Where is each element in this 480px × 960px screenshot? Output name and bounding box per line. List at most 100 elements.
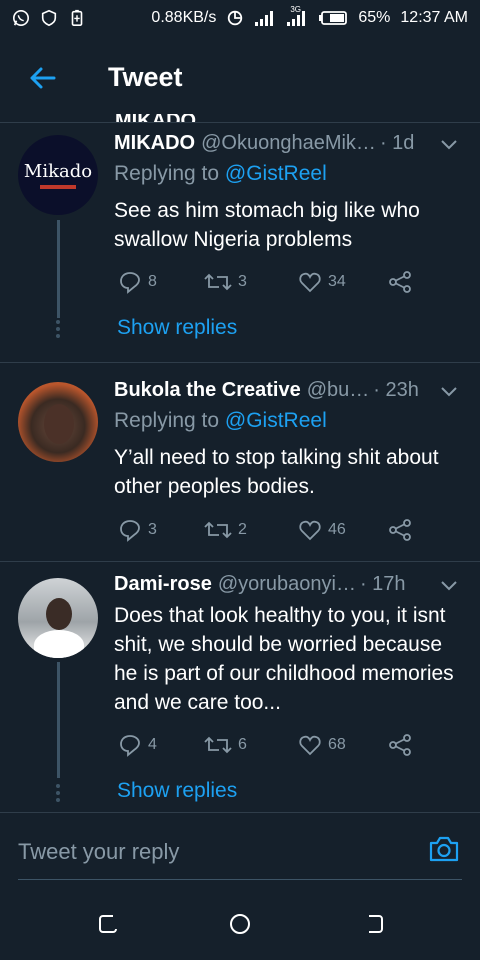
data-saver-icon — [228, 10, 243, 26]
show-replies-link[interactable]: Show replies — [117, 779, 237, 803]
tweet-header: Bukola the Creative @bu… · 23h — [114, 379, 462, 402]
tweet-text: Does that look healthy to you, it isnt s… — [114, 604, 454, 714]
share-icon — [389, 734, 411, 756]
thread-line — [57, 220, 60, 318]
battery-icon — [319, 11, 348, 25]
tweet-time: · 23h — [373, 379, 419, 401]
signal-3g-icon: 3G — [286, 5, 308, 27]
retweet-icon — [204, 521, 232, 539]
status-bar: 0.88KB/s 3G 65% 12:37 AM — [0, 0, 480, 36]
tweet-actions: 4 6 68 — [118, 733, 418, 757]
chevron-down-icon[interactable] — [440, 139, 458, 151]
home-icon[interactable] — [228, 912, 252, 936]
like-count: 46 — [328, 521, 346, 538]
replying-to-label: Replying to — [114, 162, 225, 185]
like-count: 68 — [328, 736, 346, 753]
display-name[interactable]: Bukola the Creative — [114, 379, 301, 402]
like-action[interactable]: 46 — [298, 518, 346, 542]
share-icon — [389, 271, 411, 293]
chevron-down-icon[interactable] — [440, 580, 458, 592]
net-speed: 0.88KB/s — [151, 9, 217, 26]
display-name[interactable]: MIKADO — [114, 132, 195, 155]
tweet-text: Y’all need to stop talking shit about ot… — [114, 446, 439, 498]
recent-apps-icon[interactable] — [96, 912, 120, 936]
avatar[interactable] — [18, 578, 98, 658]
retweet-action[interactable]: 3 — [204, 270, 247, 294]
reply-action[interactable]: 3 — [118, 518, 157, 542]
reply-composer: Tweet your reply — [0, 812, 480, 889]
shield-icon — [41, 9, 57, 27]
reply-icon — [120, 520, 140, 542]
partially-visible-name: MIKADO — [115, 114, 196, 122]
retweet-action[interactable]: 2 — [204, 518, 247, 542]
status-right: 0.88KB/s 3G 65% 12:37 AM — [151, 5, 468, 27]
retweet-count: 6 — [238, 736, 247, 753]
retweet-icon — [204, 273, 232, 291]
share-action[interactable] — [388, 733, 412, 757]
tweet-actions: 3 2 46 — [118, 518, 418, 542]
tweet-time: · 17h — [359, 573, 406, 595]
tweet-header: MIKADO @OkuonghaeMik… · 1d — [114, 132, 462, 155]
signal-icon — [255, 11, 274, 26]
reply-input[interactable]: Tweet your reply — [18, 839, 179, 865]
heart-icon — [299, 272, 321, 293]
share-action[interactable] — [388, 518, 412, 542]
avatar[interactable] — [18, 382, 98, 462]
mention-link[interactable]: @GistReel — [225, 162, 327, 185]
display-name[interactable]: Dami-rose — [114, 573, 212, 596]
reply-count: 8 — [148, 273, 157, 290]
system-nav-bar — [0, 888, 480, 960]
user-handle[interactable]: @bu… — [307, 379, 370, 402]
divider — [0, 561, 480, 562]
thread-line — [57, 662, 60, 778]
heart-icon — [299, 520, 321, 541]
retweet-action[interactable]: 6 — [204, 733, 247, 757]
reply-action[interactable]: 8 — [118, 270, 157, 294]
tweet-actions: 8 3 34 — [118, 270, 418, 294]
user-handle[interactable]: @yorubaonyi… — [218, 573, 356, 596]
chevron-down-icon[interactable] — [440, 386, 458, 398]
mention-link[interactable]: @GistReel — [225, 409, 327, 432]
reply-icon — [120, 735, 140, 757]
thread-ellipsis-icon — [56, 784, 61, 805]
page-title: Tweet — [108, 62, 183, 92]
like-action[interactable]: 34 — [298, 270, 346, 294]
reply-icon — [120, 272, 140, 294]
arrow-left-icon[interactable] — [28, 66, 56, 90]
whatsapp-icon — [12, 9, 30, 27]
thread-ellipsis-icon — [56, 320, 61, 341]
reply-action[interactable]: 4 — [118, 733, 157, 757]
like-count: 34 — [328, 273, 346, 290]
clock: 12:37 AM — [400, 9, 468, 26]
share-icon — [389, 519, 411, 541]
camera-icon[interactable] — [428, 835, 460, 863]
avatar-shirt — [34, 630, 84, 658]
replying-to-label: Replying to — [114, 409, 225, 432]
avatar[interactable]: Mikado — [18, 135, 98, 215]
share-action[interactable] — [388, 270, 412, 294]
retweet-count: 3 — [238, 273, 247, 290]
top-app-bar: Tweet — [0, 36, 480, 123]
show-replies-link[interactable]: Show replies — [117, 316, 237, 340]
divider — [0, 362, 480, 363]
reply-count: 4 — [148, 736, 157, 753]
heart-icon — [299, 735, 321, 756]
avatar-logo-text: Mikado — [23, 161, 93, 182]
reply-count: 3 — [148, 521, 157, 538]
battery-percent: 65% — [358, 9, 391, 26]
like-action[interactable]: 68 — [298, 733, 346, 757]
tweet-text: See as him stomach big like who swallow … — [114, 199, 420, 251]
status-left — [12, 9, 86, 27]
reply-input-underline — [18, 879, 462, 880]
avatar-logo-bar — [40, 185, 76, 189]
back-nav-icon[interactable] — [362, 912, 386, 936]
retweet-count: 2 — [238, 521, 247, 538]
tweet-header: Dami-rose @yorubaonyi… · 17h — [114, 573, 462, 596]
avatar-face — [46, 598, 72, 630]
retweet-icon — [204, 736, 232, 754]
replying-to: Replying to @GistReel — [114, 409, 327, 433]
avatar-face — [44, 404, 74, 444]
tweet-time: · 1d — [379, 132, 415, 154]
replying-to: Replying to @GistReel — [114, 162, 327, 186]
user-handle[interactable]: @OkuonghaeMik… — [201, 132, 376, 155]
